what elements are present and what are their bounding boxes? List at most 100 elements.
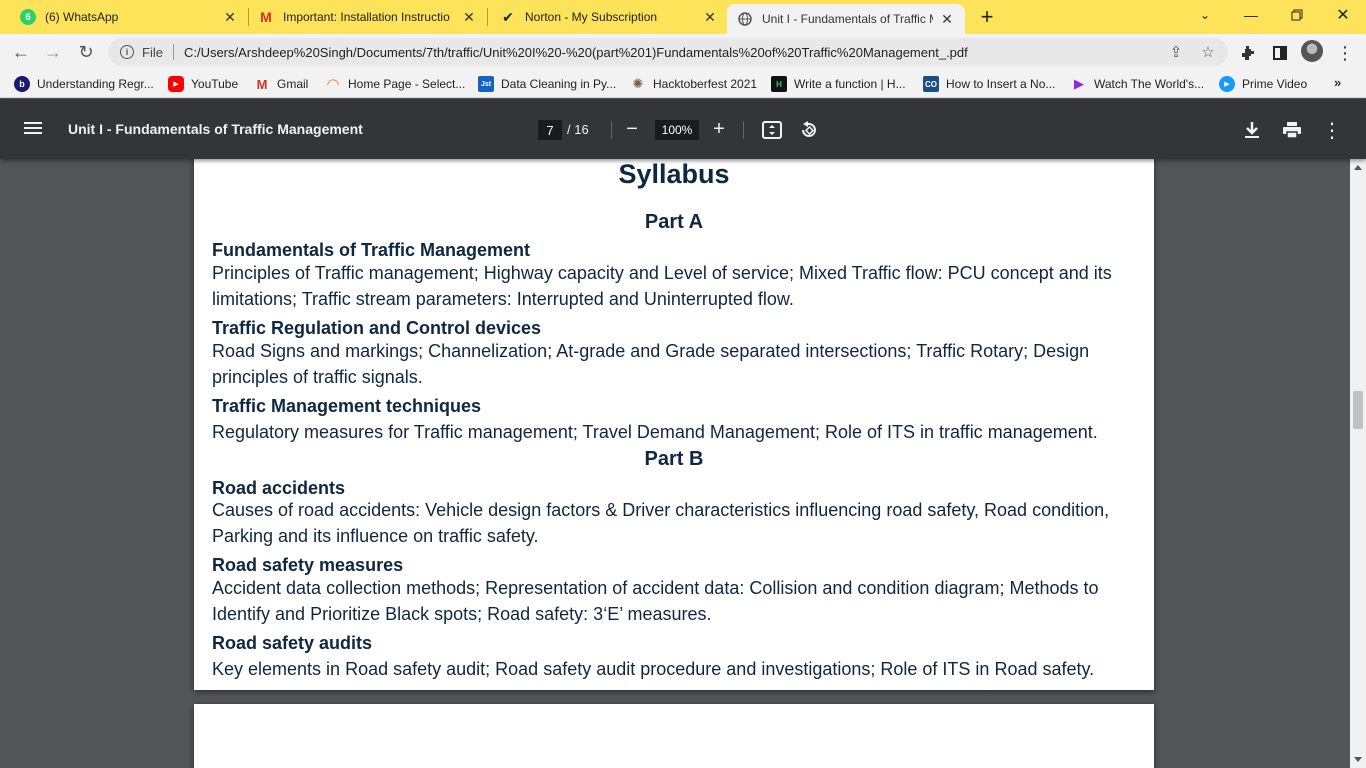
close-icon[interactable]: ✕ bbox=[461, 9, 477, 25]
pdf-viewer[interactable]: Syllabus Part A Fundamentals of Traffic … bbox=[0, 159, 1350, 768]
syllabus-heading: Syllabus bbox=[618, 159, 730, 189]
justdata-icon: Jst bbox=[478, 76, 494, 92]
print-icon[interactable] bbox=[1280, 118, 1304, 142]
whatsapp-icon: 6 bbox=[20, 9, 36, 25]
section-body: Principles of Traffic management; Highwa… bbox=[212, 263, 1112, 309]
tab-norton[interactable]: ✔ Norton - My Subscription ✕ bbox=[480, 0, 728, 34]
part-b-heading: Part B bbox=[644, 448, 704, 470]
bookmark-item[interactable]: H Write a function | H... bbox=[771, 76, 906, 92]
section-body: Causes of road accidents: Vehicle design… bbox=[212, 500, 1110, 546]
scroll-thumb[interactable] bbox=[1353, 391, 1363, 429]
zoom-in-icon[interactable]: + bbox=[707, 117, 731, 141]
tab-title: (6) WhatsApp bbox=[45, 10, 119, 24]
scroll-up-icon[interactable] bbox=[1354, 165, 1362, 170]
pdf-title: Unit I - Fundamentals of Traffic Managem… bbox=[68, 121, 363, 137]
bookmark-label: Write a function | H... bbox=[794, 77, 906, 91]
section-title: Road safety measures bbox=[212, 555, 404, 575]
bookmark-label: How to Insert a No... bbox=[946, 77, 1056, 91]
close-icon[interactable]: ✕ bbox=[702, 9, 718, 25]
section-title: Road safety audits bbox=[212, 633, 373, 653]
zoom-out-icon[interactable]: − bbox=[620, 117, 644, 141]
close-icon[interactable]: ✕ bbox=[939, 11, 955, 27]
checkmark-icon: ✔ bbox=[502, 8, 514, 25]
zoom-level-input[interactable]: 100% bbox=[655, 120, 699, 140]
reload-icon[interactable]: ↻ bbox=[73, 39, 99, 65]
page-number-input[interactable]: 7 bbox=[538, 120, 562, 140]
pdf-toolbar: Unit I - Fundamentals of Traffic Managem… bbox=[0, 99, 1366, 159]
section-body: Accident data collection methods; Repres… bbox=[212, 578, 1099, 624]
tab-search-icon[interactable]: ⌄ bbox=[1182, 0, 1228, 30]
b-icon: b bbox=[14, 76, 30, 92]
section-body: Key elements in Road safety audit; Road … bbox=[212, 659, 1095, 679]
share-icon[interactable]: ⇪ bbox=[1166, 42, 1186, 62]
bookmark-item[interactable]: ✺ Hacktoberfest 2021 bbox=[630, 76, 758, 92]
url-divider bbox=[172, 44, 174, 60]
bookmark-item[interactable]: CO How to Insert a No... bbox=[923, 76, 1055, 92]
gmail-icon: M bbox=[260, 9, 272, 25]
browser-toolbar: ← → ↻ i File C:/Users/Arshdeep%20Singh/D… bbox=[0, 34, 1366, 70]
globe-icon bbox=[737, 11, 753, 27]
address-bar[interactable]: i File C:/Users/Arshdeep%20Singh/Documen… bbox=[108, 38, 1228, 66]
pdf-page: Syllabus Part A Fundamentals of Traffic … bbox=[194, 159, 1154, 690]
bookmark-item[interactable]: ▶ Prime Video bbox=[1219, 76, 1307, 92]
hacktoberfest-icon: ✺ bbox=[632, 76, 644, 91]
download-icon[interactable] bbox=[1240, 118, 1264, 142]
bookmark-item[interactable]: ◠ Home Page - Select... bbox=[325, 76, 465, 93]
close-window-icon[interactable]: ✕ bbox=[1320, 0, 1366, 30]
restore-icon[interactable] bbox=[1274, 0, 1320, 30]
bookmark-item[interactable]: M Gmail bbox=[254, 76, 309, 92]
menu-icon[interactable] bbox=[22, 119, 44, 139]
page-total: / 16 bbox=[567, 122, 589, 137]
bookmark-item[interactable]: b Understanding Regr... bbox=[14, 76, 154, 92]
tab-strip: 6 (6) WhatsApp ✕ M Important: Installati… bbox=[0, 0, 1366, 34]
back-icon[interactable]: ← bbox=[8, 39, 34, 65]
tab-gmail[interactable]: M Important: Installation Instructio ✕ bbox=[238, 0, 487, 34]
bookmark-label: Hacktoberfest 2021 bbox=[653, 77, 758, 91]
bookmark-item[interactable]: ▶ YouTube bbox=[168, 76, 238, 92]
bookmark-label: Understanding Regr... bbox=[37, 77, 154, 91]
tab-title: Norton - My Subscription bbox=[525, 10, 658, 24]
fit-to-page-icon[interactable] bbox=[760, 118, 784, 142]
url-text[interactable]: C:/Users/Arshdeep%20Singh/Documents/7th/… bbox=[184, 45, 968, 60]
toolbar-divider bbox=[611, 121, 612, 139]
pdf-more-icon[interactable]: ⋮ bbox=[1320, 118, 1344, 142]
section-body: Regulatory measures for Traffic manageme… bbox=[212, 422, 1098, 442]
new-tab-icon[interactable]: + bbox=[975, 4, 999, 29]
gmail-icon: M bbox=[256, 76, 268, 92]
extensions-icon[interactable] bbox=[1237, 42, 1259, 64]
minimize-icon[interactable]: — bbox=[1228, 0, 1274, 30]
bookmark-label: Prime Video bbox=[1242, 77, 1308, 91]
vertical-scrollbar[interactable] bbox=[1350, 159, 1366, 768]
pdf-page-next bbox=[194, 704, 1154, 768]
side-panel-icon[interactable] bbox=[1269, 42, 1291, 64]
scroll-down-icon[interactable] bbox=[1354, 757, 1362, 762]
bookmark-label: Data Cleaning in Py... bbox=[501, 77, 617, 91]
more-menu-icon[interactable]: ⋮ bbox=[1334, 42, 1356, 64]
bookmark-item[interactable]: Jst Data Cleaning in Py... bbox=[478, 76, 616, 92]
bookmark-star-icon[interactable]: ☆ bbox=[1198, 42, 1218, 62]
bookmarks-overflow-icon[interactable]: » bbox=[1334, 75, 1341, 90]
tab-whatsapp[interactable]: 6 (6) WhatsApp ✕ bbox=[0, 0, 248, 34]
toolbar-divider bbox=[743, 121, 744, 139]
bookmarks-bar: b Understanding Regr... ▶ YouTube M Gmai… bbox=[0, 70, 1366, 98]
section-body: Road Signs and markings; Channelization;… bbox=[212, 341, 1090, 387]
rotate-icon[interactable] bbox=[797, 118, 821, 142]
part-a-heading: Part A bbox=[644, 211, 704, 233]
tab-title: Important: Installation Instructio bbox=[283, 10, 450, 24]
forward-icon[interactable]: → bbox=[40, 39, 66, 65]
bookmark-item[interactable]: ▶ Watch The World's... bbox=[1071, 76, 1204, 92]
section-title: Fundamentals of Traffic Management bbox=[212, 240, 531, 260]
bookmark-label: Watch The World's... bbox=[1094, 77, 1205, 91]
info-icon[interactable]: i bbox=[120, 45, 134, 59]
bookmark-label: YouTube bbox=[191, 77, 239, 91]
profile-avatar[interactable] bbox=[1301, 40, 1323, 62]
tab-pdf-active[interactable]: Unit I - Fundamentals of Traffic M ✕ bbox=[727, 4, 965, 34]
close-icon[interactable]: ✕ bbox=[222, 9, 238, 25]
play-icon: ▶ bbox=[1074, 76, 1084, 91]
url-scheme: File bbox=[142, 44, 163, 60]
tab-title: Unit I - Fundamentals of Traffic M bbox=[762, 12, 933, 26]
section-title: Road accidents bbox=[212, 478, 346, 498]
hackerrank-icon: H bbox=[771, 76, 787, 92]
arc-icon: ◠ bbox=[327, 76, 339, 93]
section-title: Traffic Regulation and Control devices bbox=[212, 318, 542, 338]
